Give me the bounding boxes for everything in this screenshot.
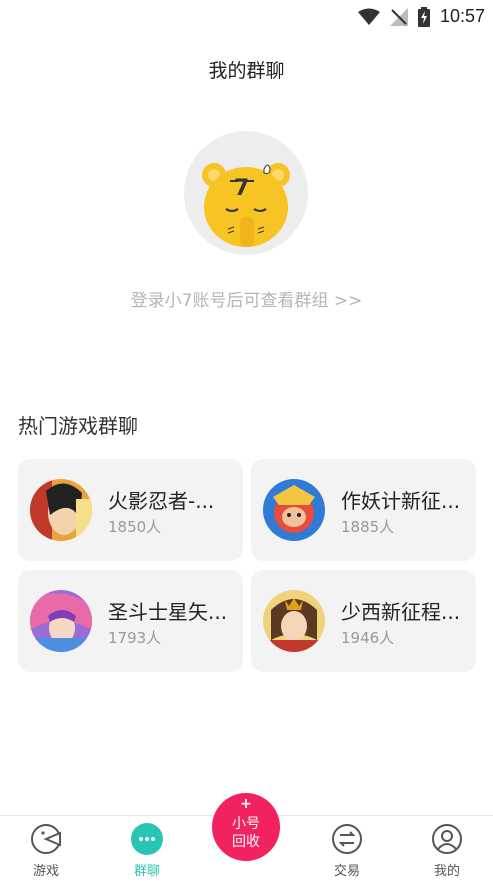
game-art-icon [263, 479, 325, 541]
chat-dots-icon [131, 823, 163, 855]
cat-mascot-icon: 7 [202, 163, 290, 247]
user-icon [432, 824, 462, 854]
group-card[interactable]: 火影忍者-... 1850人 [18, 459, 243, 561]
group-name: 火影忍者-... [108, 489, 215, 513]
plus-icon: + [240, 796, 252, 812]
nav-item-games[interactable]: 游戏 [6, 816, 86, 885]
section-title: 热门游戏群聊 [18, 414, 138, 438]
svg-text:7: 7 [234, 176, 249, 201]
nav-item-trade[interactable]: 交易 [307, 816, 387, 885]
battery-charging-icon [417, 6, 430, 27]
group-name: 作妖计新征... [341, 489, 461, 513]
group-avatar [30, 590, 92, 652]
login-hint-link[interactable]: 登录小7账号后可查看群组 >> [0, 286, 493, 311]
group-avatar [263, 590, 325, 652]
signal-icon [389, 7, 408, 26]
nav-label: 我的 [433, 864, 460, 879]
game-art-icon [263, 590, 325, 652]
group-member-count: 1793人 [108, 629, 162, 647]
page-title: 我的群聊 [208, 60, 285, 82]
game-art-icon [30, 479, 92, 541]
wifi-icon [357, 8, 380, 25]
group-member-count: 1946人 [341, 629, 395, 647]
group-name: 少西新征程... [341, 600, 461, 624]
nav-label: 游戏 [32, 864, 59, 879]
group-name: 圣斗士星矢... [108, 600, 228, 624]
pacman-icon [31, 824, 61, 854]
group-member-count: 1850人 [108, 518, 162, 536]
account-recycle-button[interactable]: + 小号 回收 [212, 793, 280, 861]
group-member-count: 1885人 [341, 518, 395, 536]
status-time: 10:57 [439, 6, 485, 26]
center-button-line1: 小号 [232, 816, 260, 832]
group-avatar [263, 479, 325, 541]
nav-item-mine[interactable]: 我的 [407, 816, 487, 885]
status-bar: 10:57 [0, 0, 493, 34]
swap-icon [332, 824, 362, 854]
group-avatar [30, 479, 92, 541]
nav-label: 群聊 [133, 864, 160, 879]
group-card[interactable]: 少西新征程... 1946人 [251, 570, 476, 672]
game-art-icon [30, 590, 92, 652]
status-icons: 10:57 [357, 6, 485, 27]
group-card[interactable]: 圣斗士星矢... 1793人 [18, 570, 243, 672]
nav-label: 交易 [333, 864, 360, 879]
nav-item-group-chat[interactable]: 群聊 [107, 816, 187, 885]
center-button-line2: 回收 [232, 834, 260, 850]
group-card[interactable]: 作妖计新征... 1885人 [251, 459, 476, 561]
mascot-avatar: 7 [184, 131, 308, 255]
